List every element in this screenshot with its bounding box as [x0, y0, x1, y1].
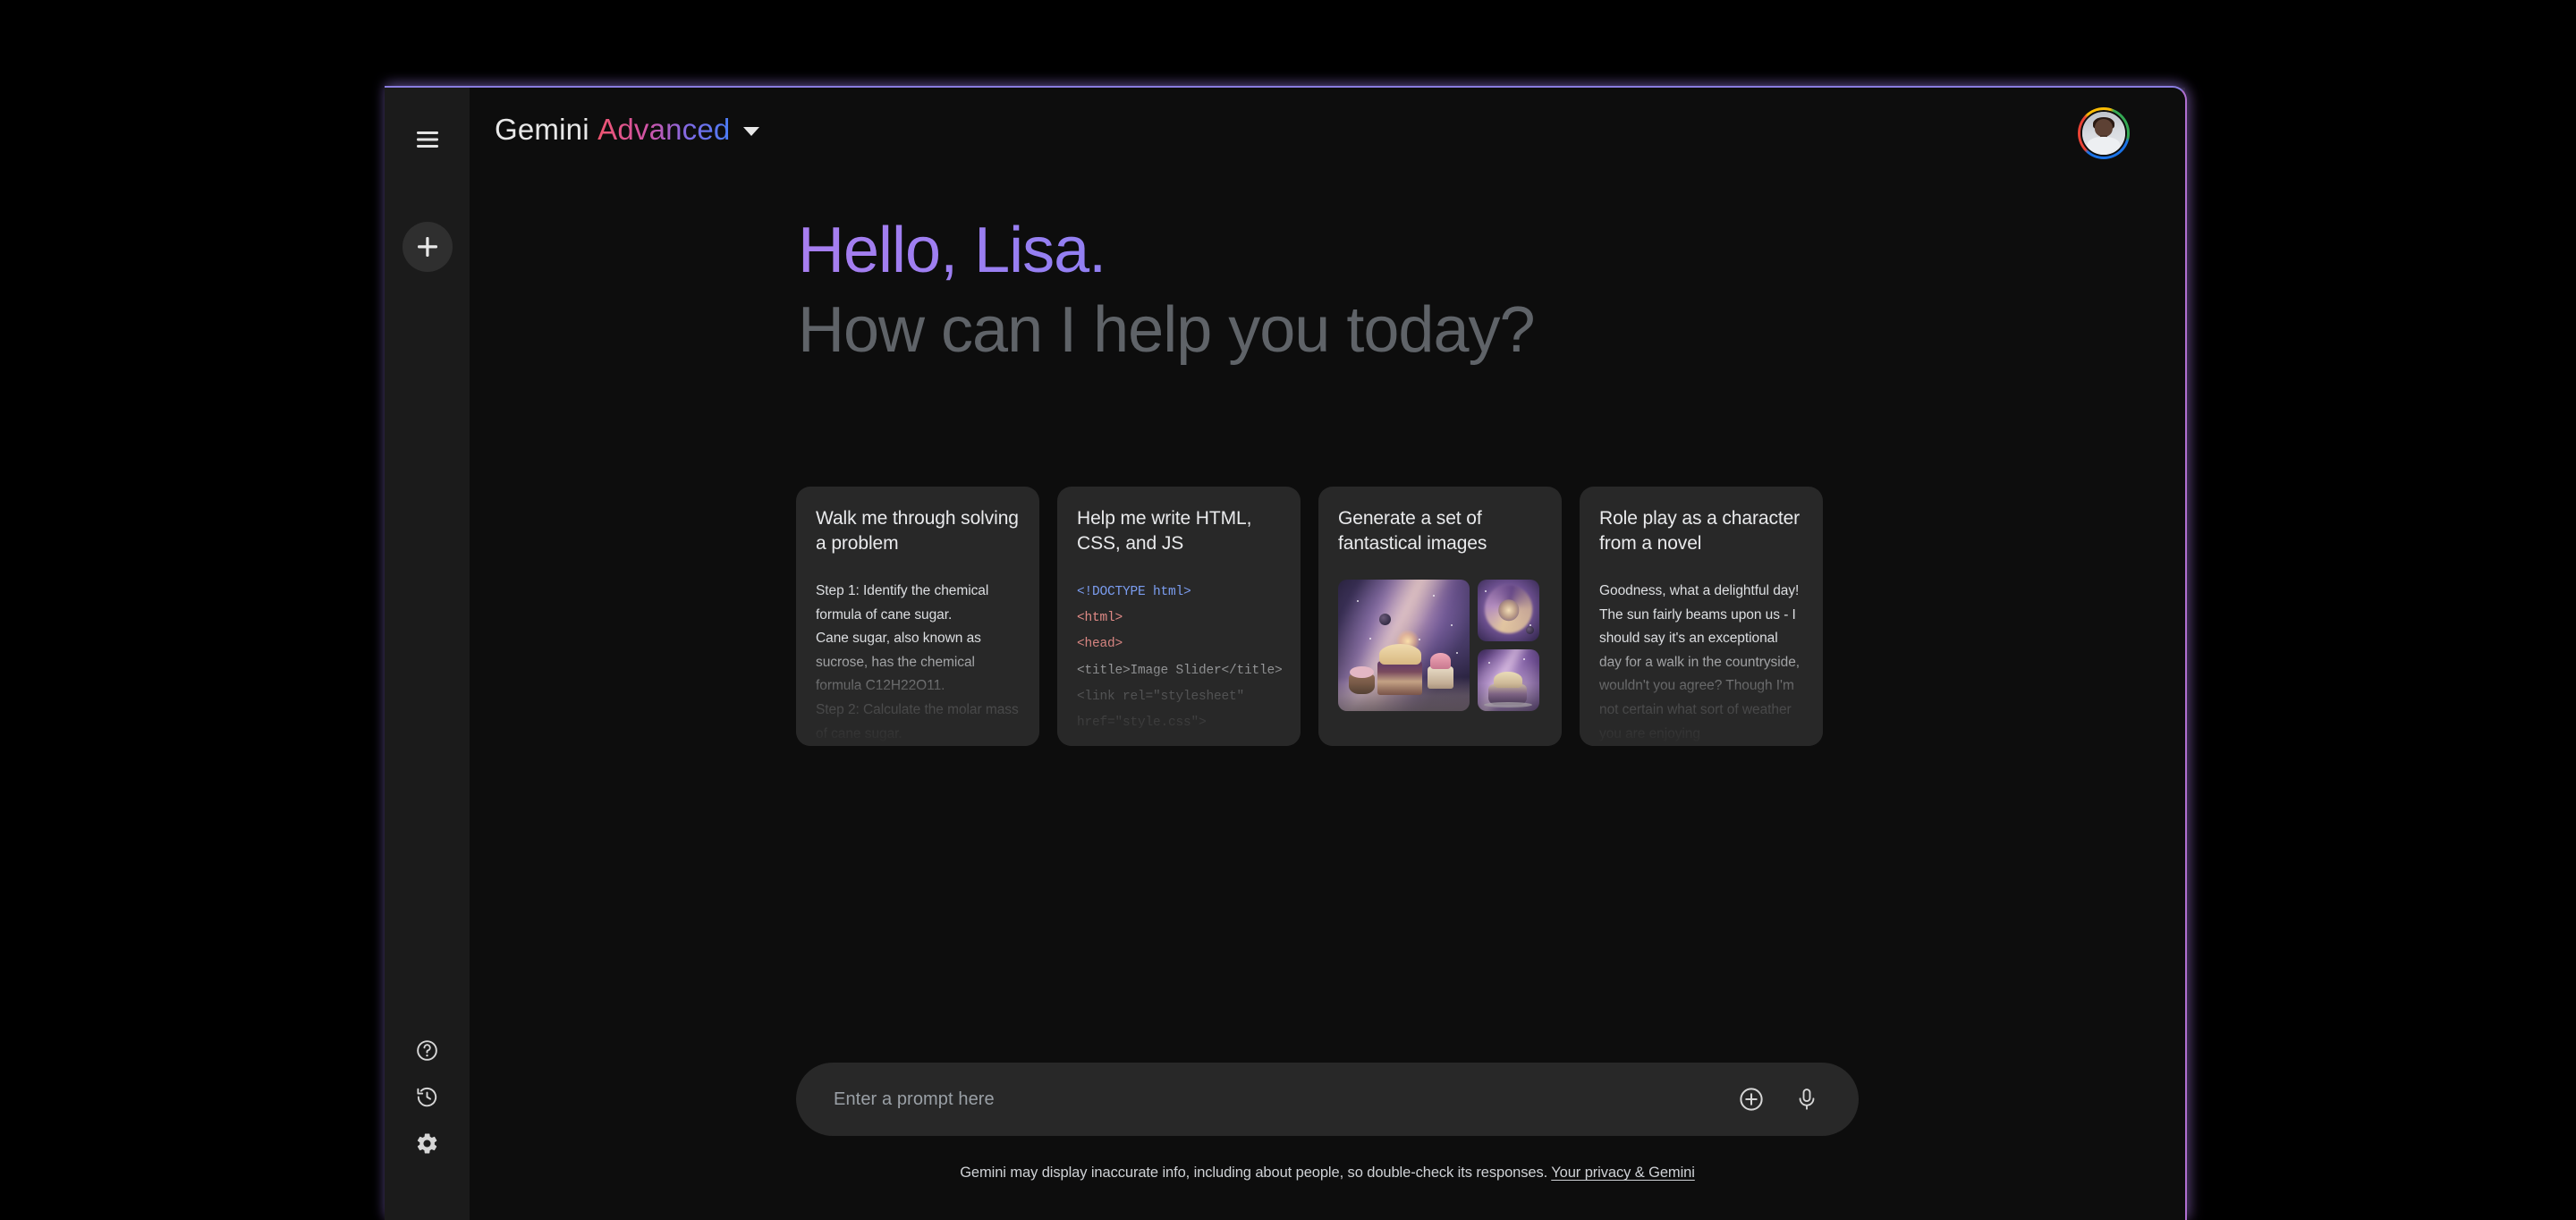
card-image-grid: [1338, 579, 1542, 711]
main-content-area: Gemini Advanced Hello, Lisa. How can I h…: [470, 88, 2185, 1220]
new-chat-button[interactable]: [402, 222, 453, 272]
left-sidebar: [385, 88, 470, 1220]
card-title: Generate a set of fantastical images: [1338, 508, 1487, 554]
card-preview-text: Step 1: Identify the chemical formula of…: [816, 582, 1019, 741]
plus-icon: [417, 237, 437, 257]
code-line: <!DOCTYPE html>: [1077, 584, 1191, 599]
suggestion-cards: Walk me through solving a problem Step 1…: [796, 487, 1823, 746]
cosmic-dessert-small-image: [1478, 648, 1539, 711]
cosmic-cake-large-image: [1338, 579, 1470, 711]
greeting-question: How can I help you today?: [798, 293, 1536, 366]
code-line: <head>: [1077, 637, 1123, 652]
brand-tier: Advanced: [597, 113, 731, 146]
card-code-preview: <!DOCTYPE html> <html> <head> <title>Ima…: [1077, 580, 1283, 737]
card-title: Walk me through solving a problem: [816, 508, 1019, 554]
card-title: Role play as a character from a novel: [1599, 508, 1801, 554]
avatar[interactable]: [2078, 107, 2130, 159]
disclaimer-text: Gemini may display inaccurate info, incl…: [960, 1165, 1548, 1181]
code-line: href="style.css">: [1077, 716, 1207, 731]
greeting-block: Hello, Lisa. How can I help you today?: [798, 213, 1916, 369]
privacy-link[interactable]: Your privacy & Gemini: [1551, 1165, 1695, 1181]
gear-icon[interactable]: [404, 1120, 451, 1166]
greeting-hello: Hello, Lisa.: [798, 213, 1916, 289]
brand-name: Gemini: [495, 113, 589, 146]
code-line: <title>Image Slider</title>: [1077, 663, 1283, 678]
card-image-column: [1478, 579, 1539, 711]
card-preview-text: Goodness, what a delightful day! The sun…: [1599, 582, 1801, 741]
sidebar-bottom-group: [404, 1027, 451, 1220]
suggestion-card-generate-fantastical-images[interactable]: Generate a set of fantastical images: [1318, 487, 1562, 746]
help-circle-icon[interactable]: [404, 1027, 451, 1073]
plus-circle-icon[interactable]: [1730, 1078, 1773, 1121]
top-bar: Gemini Advanced: [470, 88, 2185, 186]
hamburger-menu-icon[interactable]: [404, 116, 451, 163]
prompt-bar: [796, 1063, 1859, 1136]
suggestion-card-walk-through-problem[interactable]: Walk me through solving a problem Step 1…: [796, 487, 1039, 746]
model-selector[interactable]: Gemini Advanced: [489, 107, 770, 152]
code-line: <link rel="stylesheet": [1077, 689, 1245, 704]
prompt-area: Gemini may display inaccurate info, incl…: [796, 1063, 1859, 1182]
microphone-icon[interactable]: [1785, 1078, 1828, 1121]
prompt-input[interactable]: [834, 1089, 1717, 1110]
suggestion-card-role-play-character[interactable]: Role play as a character from a novel Go…: [1580, 487, 1823, 746]
code-line: <html>: [1077, 611, 1123, 626]
golden-spiral-galaxy-image: [1478, 579, 1539, 641]
disclaimer: Gemini may display inaccurate info, incl…: [796, 1165, 1859, 1182]
app-root: Gemini Advanced Hello, Lisa. How can I h…: [0, 0, 2576, 1220]
suggestion-card-write-html-css-js[interactable]: Help me write HTML, CSS, and JS <!DOCTYP…: [1057, 487, 1301, 746]
card-title: Help me write HTML, CSS, and JS: [1077, 508, 1252, 554]
chevron-down-icon: [742, 127, 759, 136]
history-clock-icon[interactable]: [404, 1073, 451, 1120]
